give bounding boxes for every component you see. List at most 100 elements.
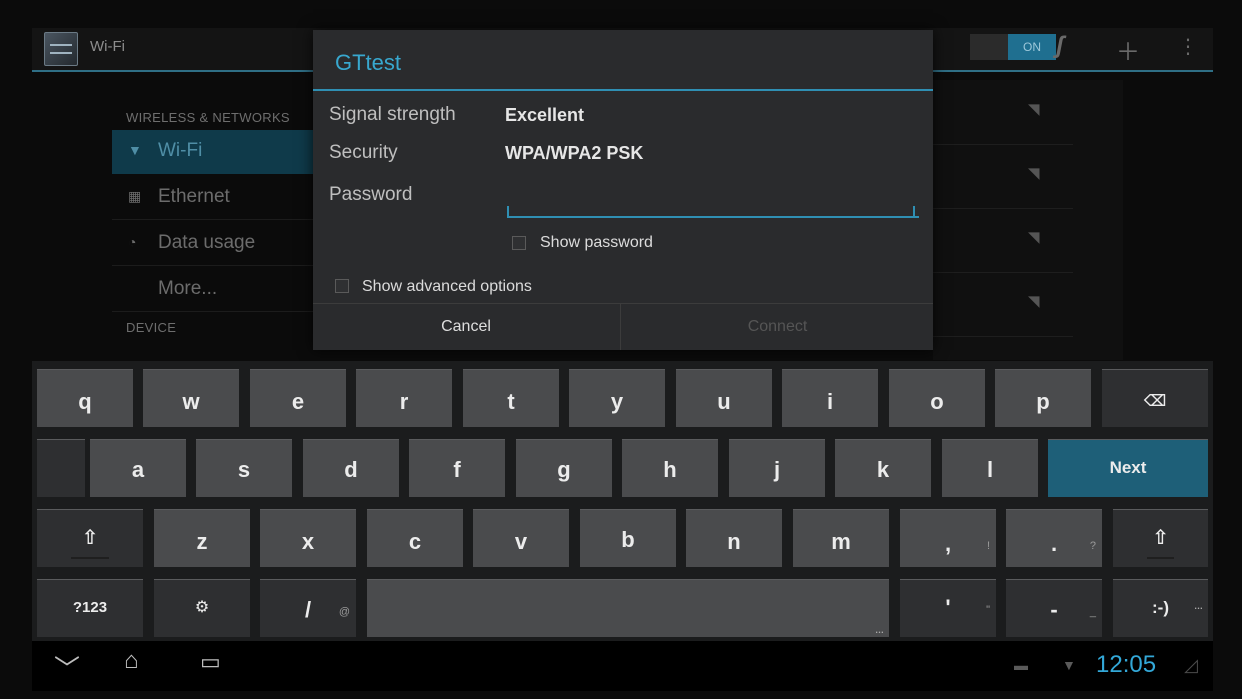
sidebar-item-wifi[interactable]: ▼ Wi-Fi: [112, 130, 317, 174]
wifi-settings-icon[interactable]: [44, 32, 78, 66]
sidebar-item-label: Wi-Fi: [158, 140, 203, 161]
next-key[interactable]: Next: [1048, 439, 1208, 497]
keyboard-status-icon: ▬: [1014, 657, 1028, 673]
key-b[interactable]: b: [580, 509, 676, 567]
title-divider: [313, 89, 933, 91]
key-w[interactable]: w: [143, 369, 239, 427]
shift-key-right[interactable]: ⇧: [1113, 509, 1208, 567]
password-field[interactable]: [507, 186, 919, 218]
home-icon[interactable]: ⌂: [124, 647, 139, 675]
list-item[interactable]: ◥: [933, 272, 1073, 337]
apostrophe-key[interactable]: ' ": [900, 579, 996, 637]
key-k[interactable]: k: [835, 439, 931, 497]
back-icon[interactable]: ﹀: [54, 649, 80, 686]
show-password-checkbox[interactable]: [512, 236, 526, 250]
signal-strength-value: Excellent: [505, 105, 585, 125]
sidebar-item-ethernet[interactable]: ▦ Ethernet: [112, 176, 317, 220]
slash-key[interactable]: / @: [260, 579, 356, 637]
key-p[interactable]: p: [995, 369, 1091, 427]
key-spacer: [37, 439, 85, 497]
smiley-label: :-): [1152, 598, 1169, 617]
sidebar-item-data-usage[interactable]: ◔ Data usage: [112, 222, 317, 266]
key-r[interactable]: r: [356, 369, 452, 427]
settings-icon: ⚙: [194, 599, 210, 616]
key-h[interactable]: h: [622, 439, 718, 497]
add-icon[interactable]: ＋: [1116, 32, 1140, 67]
key-t[interactable]: t: [463, 369, 559, 427]
more-dots: …: [875, 625, 884, 635]
cancel-button[interactable]: Cancel: [313, 304, 619, 350]
shift-key-left[interactable]: ⇧: [37, 509, 143, 567]
dash-label: -: [1050, 597, 1058, 622]
category-header: WIRELESS & NETWORKS: [126, 110, 290, 125]
password-label: Password: [329, 184, 413, 205]
shift-icon: ⇧: [1152, 527, 1169, 549]
key-n[interactable]: n: [686, 509, 782, 567]
action-bar-title: Wi-Fi: [90, 38, 125, 55]
show-advanced-label: Show advanced options: [362, 278, 532, 295]
dash-key[interactable]: - _: [1006, 579, 1102, 637]
list-item[interactable]: ◥: [933, 80, 1073, 145]
key-hint: _: [1089, 606, 1096, 618]
key-m[interactable]: m: [793, 509, 889, 567]
dialog-button-bar: Cancel Connect: [313, 303, 933, 350]
key-period[interactable]: . ?: [1006, 509, 1102, 567]
key-v[interactable]: v: [473, 509, 569, 567]
switch-state-label: ON: [1008, 34, 1056, 60]
key-hint: !: [986, 540, 990, 552]
clock[interactable]: 12:05: [1096, 651, 1156, 679]
key-c[interactable]: c: [367, 509, 463, 567]
data-usage-icon: ◔: [128, 234, 137, 250]
list-item[interactable]: ◥: [933, 208, 1073, 273]
symbols-key[interactable]: ?123: [37, 579, 143, 637]
key-comma[interactable]: , !: [900, 509, 996, 567]
key-y[interactable]: y: [569, 369, 665, 427]
show-advanced-checkbox[interactable]: [335, 279, 349, 293]
list-item[interactable]: ◥: [933, 144, 1073, 209]
sidebar-item-more[interactable]: More...: [112, 268, 317, 312]
key-o[interactable]: o: [889, 369, 985, 427]
security-label: Security: [329, 142, 398, 163]
overflow-menu-icon[interactable]: ⋮: [1178, 34, 1198, 59]
more-dots: …: [1194, 601, 1203, 611]
recents-icon[interactable]: ▭: [200, 649, 221, 675]
apostrophe-label: ': [945, 595, 951, 620]
wifi-signal-icon: ◥: [1028, 165, 1040, 182]
key-l[interactable]: l: [942, 439, 1038, 497]
key-g[interactable]: g: [516, 439, 612, 497]
key-d[interactable]: d: [303, 439, 399, 497]
wifi-status-icon: ▼: [1062, 657, 1076, 673]
key-comma-label: ,: [944, 531, 952, 556]
smiley-key[interactable]: :-) …: [1113, 579, 1208, 637]
network-list: ◥ ◥ ◥ ◥: [933, 80, 1123, 360]
key-q[interactable]: q: [37, 369, 133, 427]
slash-label: /: [304, 597, 312, 622]
space-key[interactable]: …: [367, 579, 889, 637]
key-u[interactable]: u: [676, 369, 772, 427]
security-value: WPA/WPA2 PSK: [505, 143, 644, 163]
keyboard-settings-key[interactable]: ⚙: [154, 579, 250, 637]
key-f[interactable]: f: [409, 439, 505, 497]
key-x[interactable]: x: [260, 509, 356, 567]
key-hint: @: [338, 606, 350, 618]
key-s[interactable]: s: [196, 439, 292, 497]
ethernet-icon: ▦: [128, 188, 142, 204]
key-a[interactable]: a: [90, 439, 186, 497]
connect-button[interactable]: Connect: [620, 304, 934, 350]
key-e[interactable]: e: [250, 369, 346, 427]
key-j[interactable]: j: [729, 439, 825, 497]
sidebar-item-label: Data usage: [158, 232, 256, 253]
settings-nav: WIRELESS & NETWORKS ▼ Wi-Fi ▦ Ethernet ◔…: [112, 90, 317, 360]
key-i[interactable]: i: [782, 369, 878, 427]
wps-icon[interactable]: ʃ: [1056, 32, 1064, 60]
wifi-toggle-switch[interactable]: ON: [970, 34, 1056, 60]
signal-strength-label: Signal strength: [329, 104, 456, 125]
wifi-signal-icon: ◥: [1028, 229, 1040, 246]
backspace-key[interactable]: ⌫: [1102, 369, 1208, 427]
key-hint: ": [986, 604, 990, 616]
wifi-signal-icon: ◥: [1028, 101, 1040, 118]
key-z[interactable]: z: [154, 509, 250, 567]
wifi-signal-icon: ◥: [1028, 293, 1040, 310]
corner-indicator-icon: ◿: [1184, 655, 1198, 675]
sidebar-item-label: More...: [158, 278, 218, 299]
